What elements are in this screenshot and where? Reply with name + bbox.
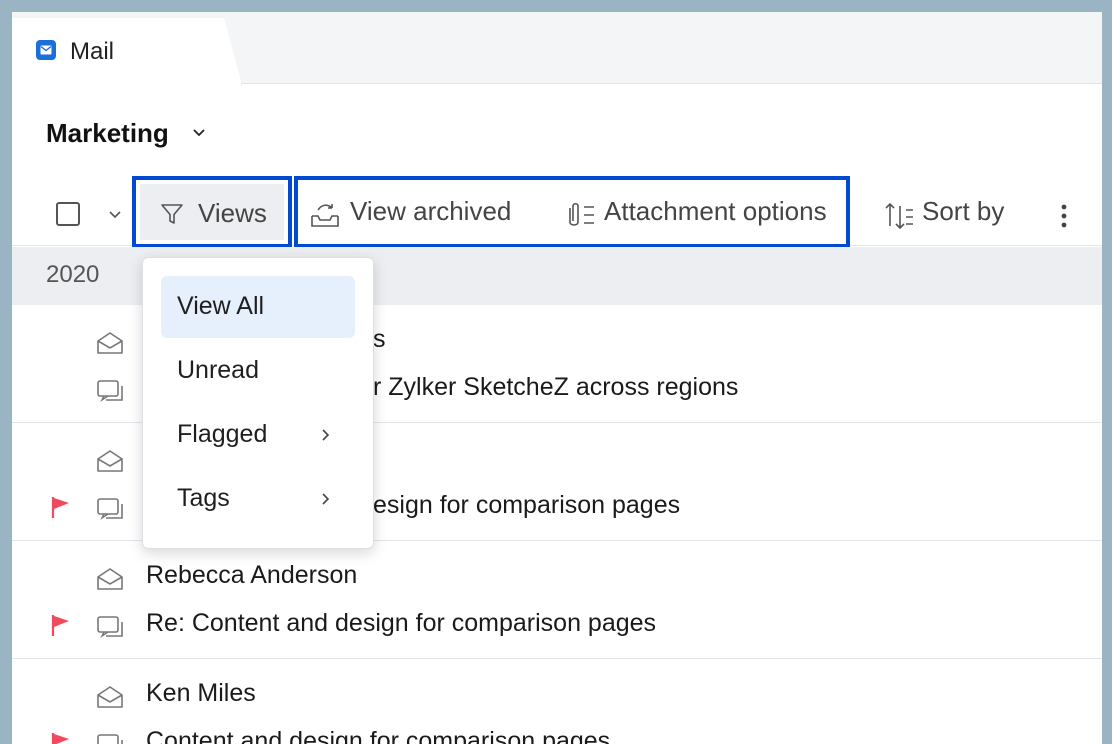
- menu-item-label: Tags: [177, 484, 230, 512]
- menu-item-view-all[interactable]: View All: [161, 276, 355, 338]
- select-options-chevron-icon[interactable]: [108, 210, 122, 220]
- flag-icon[interactable]: [50, 731, 72, 744]
- chevron-right-icon: [322, 429, 330, 441]
- menu-item-flagged[interactable]: Flagged: [161, 404, 355, 466]
- views-dropdown-menu: View All Unread Flagged Tags: [142, 257, 374, 549]
- flag-icon[interactable]: [50, 495, 72, 519]
- conversation-icon: [97, 616, 123, 639]
- envelope-open-icon: [97, 686, 123, 708]
- sort-icon: [885, 202, 913, 230]
- chevron-down-icon[interactable]: [192, 128, 206, 138]
- subject-line: Content and design for comparison pages: [146, 727, 611, 744]
- mail-row[interactable]: Ken Miles Content and design for compari…: [12, 659, 1102, 744]
- sender-name: s: [373, 325, 386, 353]
- subject-line: Re: Content and design for comparison pa…: [146, 609, 657, 637]
- mail-icon: [36, 40, 56, 60]
- tab-strip: Mail: [12, 12, 1102, 85]
- menu-item-label: Unread: [177, 356, 259, 384]
- flag-icon[interactable]: [50, 613, 72, 637]
- select-all-checkbox[interactable]: [56, 202, 80, 226]
- envelope-open-icon: [97, 450, 123, 472]
- menu-item-label: Flagged: [177, 420, 268, 448]
- menu-item-label: View All: [177, 292, 265, 320]
- chevron-right-icon: [322, 493, 330, 505]
- sender-name: Ken Miles: [146, 679, 256, 707]
- conversation-icon: [97, 380, 123, 403]
- conversation-icon: [97, 734, 123, 744]
- group-label: 2020: [46, 261, 100, 288]
- sort-by-button[interactable]: Sort by: [922, 196, 1004, 227]
- toolbar: Views View archived Attachment options S…: [12, 172, 1102, 248]
- conversation-icon: [97, 498, 123, 521]
- tab-mail[interactable]: Mail: [12, 18, 242, 85]
- sender-name: Rebecca Anderson: [146, 561, 358, 589]
- menu-item-tags[interactable]: Tags: [161, 468, 355, 530]
- tab-label: Mail: [70, 38, 115, 65]
- subject-line: esign for comparison pages: [373, 491, 681, 519]
- menu-item-unread[interactable]: Unread: [161, 340, 355, 402]
- envelope-open-icon: [97, 332, 123, 354]
- more-options-icon[interactable]: [1060, 204, 1068, 230]
- subject-line: r Zylker SketcheZ across regions: [373, 373, 739, 401]
- envelope-open-icon: [97, 568, 123, 590]
- mail-window: Mail Marketing Views View archived Attac…: [12, 12, 1102, 744]
- highlight-views: [132, 176, 292, 248]
- highlight-actions: [294, 176, 850, 248]
- mail-row[interactable]: Rebecca Anderson Re: Content and design …: [12, 541, 1102, 659]
- folder-title[interactable]: Marketing: [46, 118, 169, 149]
